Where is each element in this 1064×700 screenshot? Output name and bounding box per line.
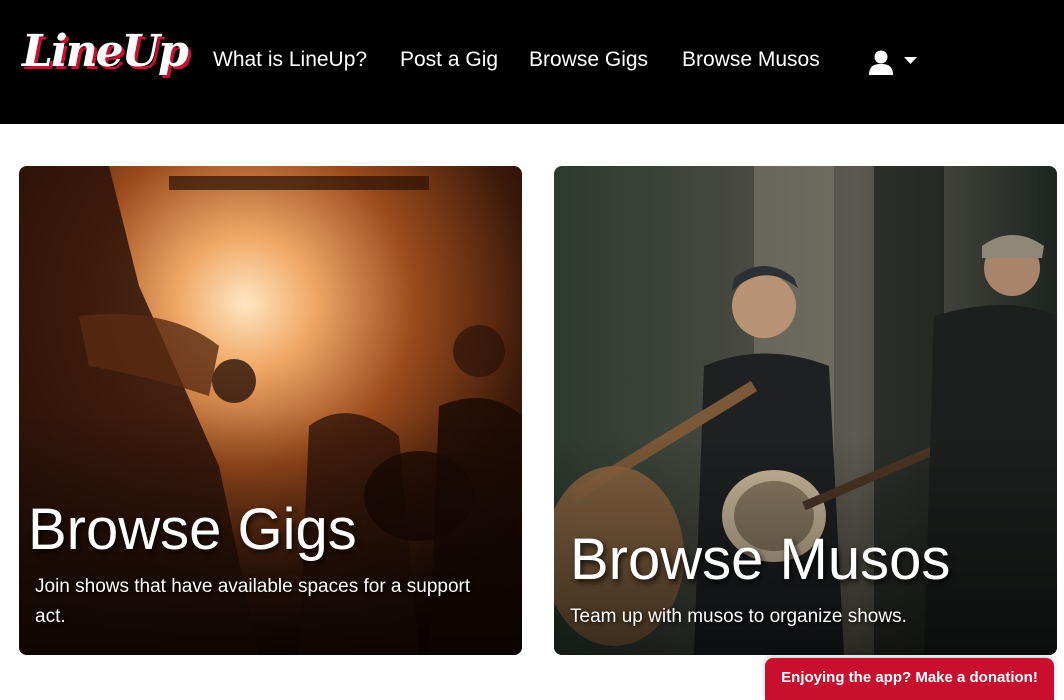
user-menu-dropdown[interactable] bbox=[866, 46, 922, 80]
donate-button[interactable]: Enjoying the app? Make a donation! bbox=[765, 658, 1054, 700]
caret-down-icon bbox=[904, 57, 917, 64]
navbar: LineUp What is LineUp? Post a Gig Browse… bbox=[0, 0, 1064, 124]
logo[interactable]: LineUp bbox=[22, 26, 189, 77]
user-icon bbox=[869, 50, 893, 75]
nav-link-browse-musos[interactable]: Browse Musos bbox=[682, 48, 820, 72]
browse-musos-card-title: Browse Musos bbox=[570, 527, 951, 592]
nav-link-browse-gigs[interactable]: Browse Gigs bbox=[529, 48, 648, 72]
nav-link-what-is-lineup[interactable]: What is LineUp? bbox=[213, 48, 367, 72]
nav-link-post-a-gig[interactable]: Post a Gig bbox=[400, 48, 498, 72]
browse-musos-card-description: Team up with musos to organize shows. bbox=[570, 606, 907, 627]
browse-musos-card[interactable]: Browse Musos Team up with musos to organ… bbox=[554, 166, 1057, 655]
browse-gigs-card-title: Browse Gigs bbox=[28, 497, 357, 562]
browse-gigs-card-description: Join shows that have available spaces fo… bbox=[35, 576, 471, 627]
browse-gigs-card[interactable]: Browse Gigs Join shows that have availab… bbox=[19, 166, 522, 655]
